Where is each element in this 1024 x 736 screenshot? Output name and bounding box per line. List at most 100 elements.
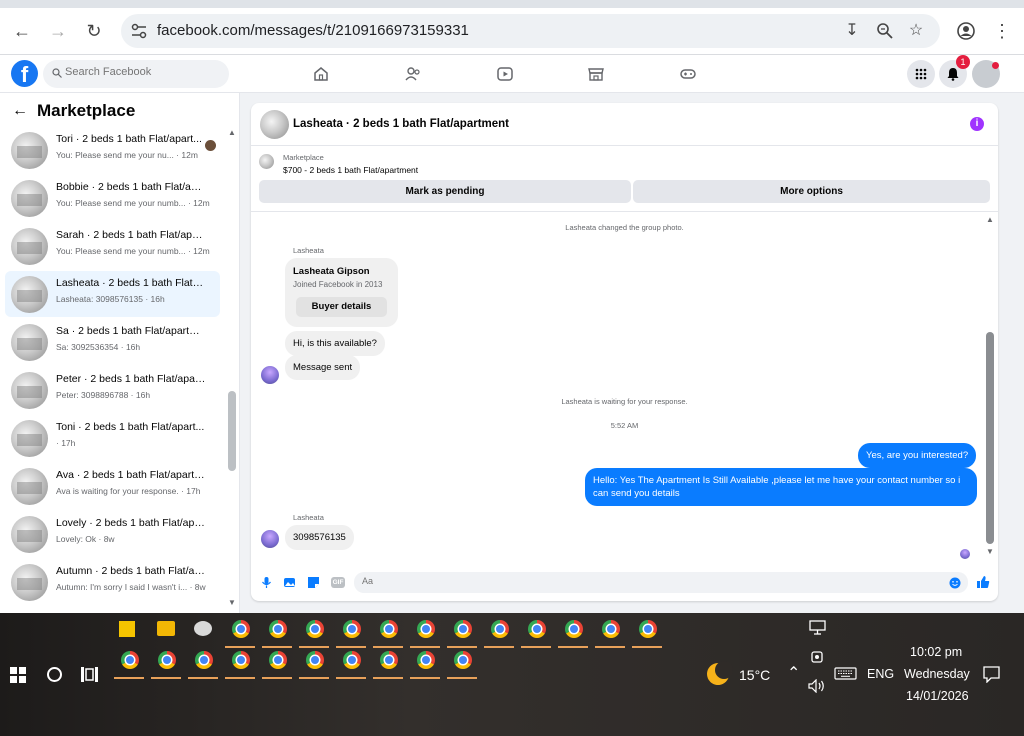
chrome-taskbar-icon[interactable] [343, 620, 361, 638]
microphone-icon[interactable] [260, 576, 273, 589]
conversation-avatar[interactable] [11, 324, 48, 361]
bookmark-star-icon[interactable]: ☆ [907, 22, 925, 40]
gaming-icon[interactable] [679, 65, 697, 83]
chrome-taskbar-icon[interactable] [417, 620, 435, 638]
more-options-button[interactable]: More options [633, 180, 990, 203]
clock-time[interactable]: 10:02 pm [910, 645, 962, 659]
marketplace-icon[interactable] [587, 65, 605, 83]
clock-day[interactable]: Wednesday [904, 667, 970, 681]
chrome-taskbar-icon[interactable] [417, 651, 435, 669]
chrome-taskbar-icon[interactable] [269, 620, 287, 638]
webcam-icon[interactable] [810, 650, 824, 664]
chrome-taskbar-icon[interactable] [454, 620, 472, 638]
conversation-item[interactable]: Sarah · 2 beds 1 bath Flat/apart... You: … [5, 223, 220, 269]
conversation-item[interactable]: Ava · 2 beds 1 bath Flat/apartm... Ava is… [5, 463, 220, 509]
chrome-taskbar-icon[interactable] [158, 651, 176, 669]
chrome-taskbar-icon[interactable] [306, 651, 324, 669]
photo-icon[interactable] [283, 576, 296, 589]
chrome-taskbar-icon[interactable] [306, 620, 324, 638]
menu-grid-button[interactable] [907, 60, 935, 88]
mark-pending-button[interactable]: Mark as pending [259, 180, 631, 203]
conversation-item[interactable]: Autumn · 2 beds 1 bath Flat/ap... Autumn:… [5, 559, 220, 605]
profile-icon[interactable] [956, 21, 976, 41]
listing-thumbnail[interactable] [259, 154, 274, 169]
chrome-taskbar-icon[interactable] [454, 651, 472, 669]
inbox-scrollbar[interactable] [228, 391, 236, 471]
conversation-avatar[interactable] [11, 372, 48, 409]
scroll-up-icon[interactable]: ▲ [228, 128, 236, 137]
chrome-taskbar-icon[interactable] [639, 620, 657, 638]
moon-weather-icon[interactable] [707, 661, 733, 685]
listing-price[interactable]: $700 - 2 beds 1 bath Flat/apartment [283, 165, 418, 175]
address-bar[interactable]: facebook.com/messages/t/2109166973159331… [121, 14, 940, 48]
gif-icon[interactable]: GIF [331, 577, 345, 588]
url-text[interactable]: facebook.com/messages/t/2109166973159331 [157, 22, 469, 39]
install-app-icon[interactable]: ↧ [843, 22, 861, 40]
sender-avatar[interactable] [261, 366, 279, 384]
account-avatar[interactable] [972, 60, 1000, 88]
conversation-avatar[interactable] [11, 564, 48, 601]
chrome-taskbar-icon[interactable] [269, 651, 287, 669]
emoji-icon[interactable] [949, 577, 961, 589]
chrome-taskbar-icon[interactable] [121, 651, 139, 669]
message-input[interactable] [362, 576, 922, 586]
incoming-message[interactable]: Hi, is this available? [285, 331, 385, 356]
conversation-avatar[interactable] [11, 132, 48, 169]
chrome-taskbar-icon[interactable] [343, 651, 361, 669]
chat-scroll-down-icon[interactable]: ▼ [986, 547, 994, 556]
facebook-search[interactable] [43, 60, 229, 88]
conversation-avatar[interactable] [11, 516, 48, 553]
chat-avatar[interactable] [260, 110, 289, 139]
network-app-icon[interactable] [194, 621, 212, 636]
chrome-taskbar-icon[interactable] [380, 620, 398, 638]
notification-center-icon[interactable] [983, 666, 1000, 683]
message-input-box[interactable] [354, 572, 968, 593]
conversation-item[interactable]: Tori · 2 beds 1 bath Flat/apart... You: P… [5, 127, 220, 173]
search-circle-icon[interactable] [47, 667, 62, 682]
facebook-logo[interactable]: f [11, 60, 38, 87]
home-icon[interactable] [312, 65, 330, 83]
back-arrow-icon[interactable]: ← [12, 102, 28, 120]
search-input[interactable] [65, 66, 215, 78]
sticky-notes-icon[interactable] [119, 621, 135, 637]
conversation-item[interactable]: Toni · 2 beds 1 bath Flat/apart... · 17h [5, 415, 220, 461]
buyer-details-button[interactable]: Buyer details [296, 297, 387, 317]
conversation-avatar[interactable] [11, 276, 48, 313]
conversation-avatar[interactable] [11, 180, 48, 217]
chat-title[interactable]: Lasheata · 2 beds 1 bath Flat/apartment [293, 118, 509, 130]
friends-icon[interactable] [404, 65, 422, 83]
conversation-item[interactable]: Sa · 2 beds 1 bath Flat/apartment Sa: 309… [5, 319, 220, 365]
conversation-item[interactable]: Lovely · 2 beds 1 bath Flat/apar... Lovel… [5, 511, 220, 557]
incoming-message[interactable]: 3098576135 [285, 525, 354, 550]
chrome-taskbar-icon[interactable] [491, 620, 509, 638]
conversation-avatar[interactable] [11, 228, 48, 265]
chrome-taskbar-icon[interactable] [565, 620, 583, 638]
file-explorer-icon[interactable] [157, 621, 175, 636]
reload-icon[interactable]: ↻ [83, 20, 105, 42]
outgoing-message[interactable]: Hello: Yes The Apartment Is Still Availa… [585, 468, 977, 506]
chrome-taskbar-icon[interactable] [528, 620, 546, 638]
info-icon[interactable]: i [970, 117, 984, 131]
chat-scrollbar[interactable] [986, 332, 994, 544]
chrome-taskbar-icon[interactable] [195, 651, 213, 669]
video-icon[interactable] [496, 65, 514, 83]
zoom-icon[interactable] [876, 22, 894, 40]
outgoing-message[interactable]: Yes, are you interested? [858, 443, 977, 468]
language-indicator[interactable]: ENG [867, 667, 894, 681]
task-view-icon[interactable] [81, 667, 98, 682]
conversation-avatar[interactable] [11, 468, 48, 505]
conversation-avatar[interactable] [11, 420, 48, 457]
windows-start-icon[interactable] [10, 667, 26, 683]
conversation-item[interactable]: Bobbie · 2 beds 1 bath Flat/apa... You: P… [5, 175, 220, 221]
chrome-taskbar-icon[interactable] [380, 651, 398, 669]
desktop-icon[interactable] [809, 620, 826, 635]
clock-date[interactable]: 14/01/2026 [906, 689, 969, 703]
chrome-taskbar-icon[interactable] [602, 620, 620, 638]
chrome-taskbar-icon[interactable] [232, 651, 250, 669]
conversation-item[interactable]: Peter · 2 beds 1 bath Flat/apart... Peter… [5, 367, 220, 413]
back-arrow-icon[interactable]: ← [11, 20, 33, 42]
like-thumb-icon[interactable] [976, 575, 990, 589]
site-settings-icon[interactable] [130, 22, 148, 40]
sender-avatar[interactable] [261, 530, 279, 548]
browser-menu-icon[interactable]: ⋮ [991, 20, 1013, 42]
